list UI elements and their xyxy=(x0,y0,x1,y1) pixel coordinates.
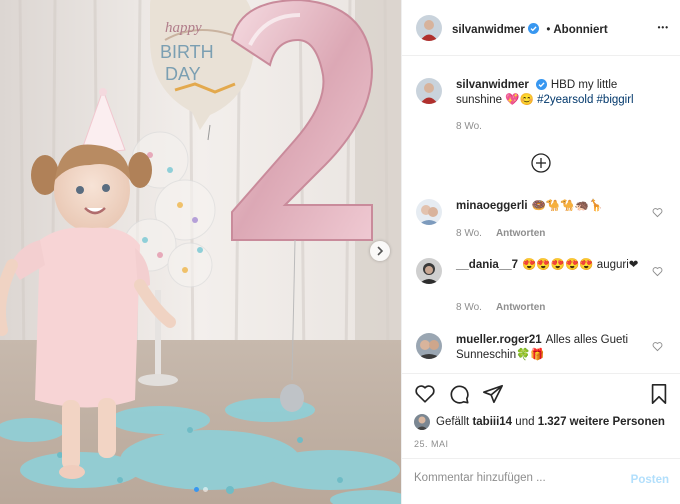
heart-icon[interactable] xyxy=(652,207,663,218)
comment-text: mueller.roger21 Alles alles Gueti Sunnesc… xyxy=(456,333,646,363)
author-username[interactable]: silvanwidmer xyxy=(452,24,525,36)
carousel-dot-active xyxy=(193,487,199,492)
post-details-panel: silvanwidmer • Abonniert ••• silvanwidmer… xyxy=(401,0,680,504)
author-avatar[interactable] xyxy=(416,15,442,41)
liker-username[interactable]: tabiii14 xyxy=(472,414,512,430)
load-more-comments-icon[interactable] xyxy=(531,153,551,173)
reply-link[interactable]: Antworten xyxy=(496,302,545,313)
comment-item: minaoeggerli 🍩🐪🐪🦔🦒 8 Wo. Antworten xyxy=(414,199,671,244)
comment-item: mueller.roger21 Alles alles Gueti Sunnesc… xyxy=(414,333,671,369)
heart-icon[interactable] xyxy=(652,266,663,277)
caption-author-avatar[interactable] xyxy=(416,78,442,104)
birthday-photo-illustration: happy BIRTH DAY xyxy=(0,0,401,504)
post-header: silvanwidmer • Abonniert ••• xyxy=(402,0,680,56)
comment-username[interactable]: minaoeggerli xyxy=(456,200,528,212)
post-comment-button[interactable]: Posten xyxy=(631,474,669,486)
heart-icon[interactable] xyxy=(652,341,663,352)
add-comment-input[interactable] xyxy=(414,472,614,484)
balloon-lettering-2: BIRTH xyxy=(160,42,214,62)
carousel-dot xyxy=(202,487,208,492)
reply-link[interactable]: Antworten xyxy=(496,228,545,239)
svg-text:DAY: DAY xyxy=(165,64,201,84)
caption-username[interactable]: silvanwidmer xyxy=(456,79,529,91)
header-user-line: silvanwidmer • Abonniert xyxy=(452,20,608,38)
comment-body: 🍩🐪🐪🦔🦒 xyxy=(531,200,604,212)
comment-username[interactable]: mueller.roger21 xyxy=(456,334,542,346)
comment-time[interactable]: 8 Wo. xyxy=(456,302,482,313)
comment-item: __dania__7 😍😍😍😍😍 auguri❤ 8 Wo. Antworten xyxy=(414,258,671,316)
caption-hashtags[interactable]: #2yearsold #biggirl xyxy=(537,94,634,106)
likes-prefix: Gefällt xyxy=(436,416,470,428)
caption: silvanwidmer HBD my little sunshine 💖😊 #2… xyxy=(414,78,671,138)
chevron-right-icon xyxy=(377,246,384,256)
comment-username[interactable]: __dania__7 xyxy=(456,259,518,271)
likes-summary: Gefällt tabiii14 und 1.327 weitere Perso… xyxy=(414,414,665,430)
post-photo[interactable]: happy BIRTH DAY xyxy=(0,0,401,504)
caption-time[interactable]: 8 Wo. xyxy=(456,121,482,132)
commenter-avatar[interactable] xyxy=(416,333,442,359)
comment-text: __dania__7 😍😍😍😍😍 auguri❤ xyxy=(456,258,646,273)
more-options-icon[interactable]: ••• xyxy=(658,23,669,32)
comment-text: minaoeggerli 🍩🐪🐪🦔🦒 xyxy=(456,199,646,214)
carousel-next-button[interactable] xyxy=(370,241,390,261)
bookmark-icon[interactable] xyxy=(649,383,669,405)
balloon-lettering: happy xyxy=(165,20,202,36)
liker-avatar[interactable] xyxy=(414,414,430,430)
comment-meta: 8 Wo. Antworten xyxy=(456,228,545,239)
carousel-indicator xyxy=(0,487,401,492)
share-icon[interactable] xyxy=(482,383,504,405)
follow-status-button[interactable]: Abonniert xyxy=(553,24,607,36)
caption-meta: 8 Wo. xyxy=(456,121,482,132)
commenter-avatar[interactable] xyxy=(416,258,442,284)
likes-connector: und xyxy=(515,416,535,428)
follow-separator: • xyxy=(546,24,551,36)
likes-count-link[interactable]: 1.327 weitere Personen xyxy=(538,414,665,430)
post-date[interactable]: 25. MAI xyxy=(414,439,449,449)
instagram-post-view: happy BIRTH DAY silvanwidmer • Abonniert… xyxy=(0,0,680,504)
comment-body: 😍😍😍😍😍 auguri❤ xyxy=(522,259,639,271)
caption-text: silvanwidmer HBD my little sunshine 💖😊 #2… xyxy=(456,78,646,108)
post-actions: Gefällt tabiii14 und 1.327 weitere Perso… xyxy=(402,373,680,458)
commenter-avatar[interactable] xyxy=(416,199,442,225)
comment-meta: 8 Wo. Antworten xyxy=(456,302,545,313)
comment-icon[interactable] xyxy=(448,383,470,405)
verified-badge-icon xyxy=(535,79,547,91)
comment-composer: Posten xyxy=(402,458,680,504)
comment-time[interactable]: 8 Wo. xyxy=(456,228,482,239)
verified-badge-icon xyxy=(527,23,539,35)
heart-icon[interactable] xyxy=(414,383,436,405)
